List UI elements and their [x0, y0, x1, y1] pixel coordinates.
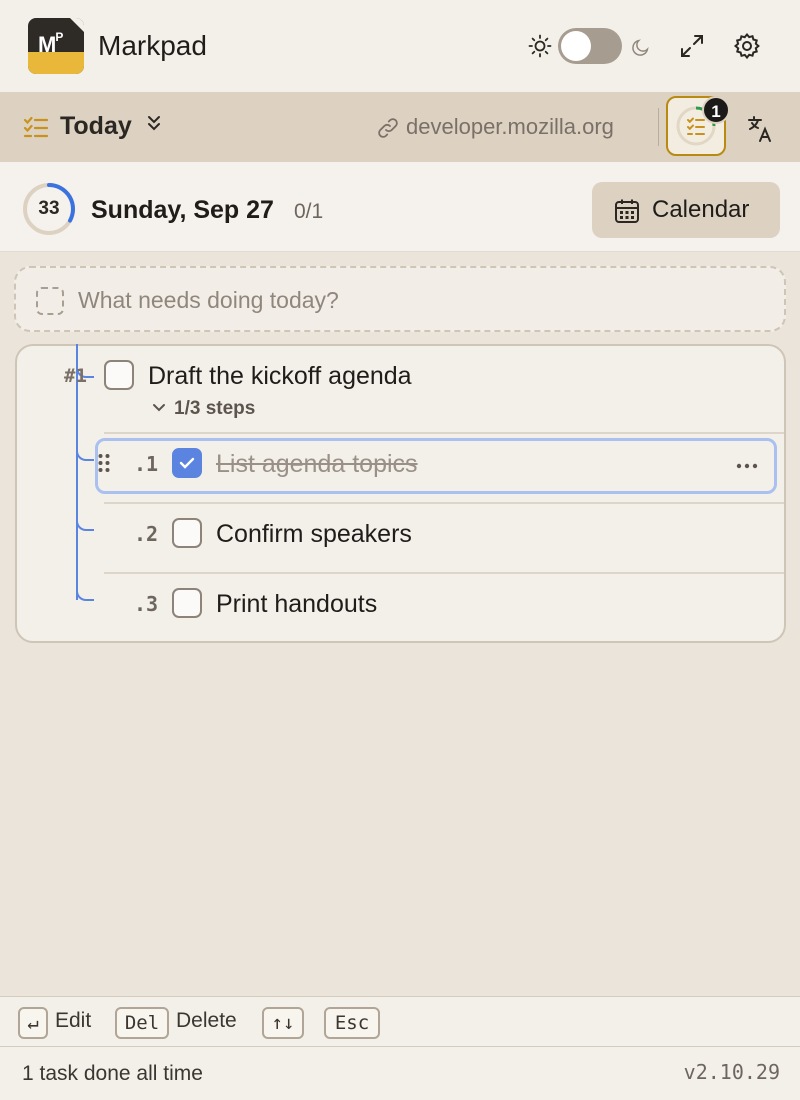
site-domain[interactable]: developer.mozilla.org: [406, 114, 614, 140]
step-number: .3: [134, 592, 159, 616]
progress-ring-value: 33: [38, 198, 60, 219]
gear-icon[interactable]: [733, 32, 761, 60]
new-task-row: [14, 266, 786, 332]
check-icon: [179, 457, 195, 469]
divider: [104, 432, 784, 434]
app-header: MP Markpad: [0, 0, 800, 92]
shortcut-label: Edit: [55, 1009, 92, 1032]
divider: [104, 502, 784, 504]
step-checkbox[interactable]: [172, 588, 202, 618]
drag-handle-icon[interactable]: [97, 452, 111, 474]
tree-branch: [76, 581, 94, 601]
step-checkbox[interactable]: [172, 518, 202, 548]
link-icon: [378, 118, 398, 138]
moon-icon[interactable]: [630, 36, 652, 58]
tree-branch: [76, 441, 94, 461]
tree-branch: [76, 511, 94, 531]
theme-toggle[interactable]: [558, 28, 622, 64]
app-logo: MP: [28, 18, 84, 74]
chevrons-down-icon[interactable]: [144, 112, 164, 134]
escape-key: Esc: [324, 1007, 380, 1039]
divider: [658, 108, 659, 146]
chevron-down-icon: [153, 404, 165, 412]
sun-icon[interactable]: [528, 34, 552, 58]
status-text: 1 task done all time: [22, 1062, 203, 1085]
more-options-icon[interactable]: [736, 461, 758, 471]
step-number: .2: [134, 522, 159, 546]
steps-summary: 1/3 steps: [174, 398, 256, 419]
app-version: v2.10.29: [683, 1060, 780, 1084]
calendar-icon: [615, 199, 639, 223]
new-task-input[interactable]: [78, 280, 758, 320]
step-title[interactable]: Print handouts: [216, 590, 377, 619]
new-task-checkbox: [36, 287, 64, 315]
step-title[interactable]: Confirm speakers: [216, 520, 412, 549]
toggle-knob: [561, 31, 591, 61]
shortcut-bar: ↵ Edit Del Delete ↑↓ Esc: [0, 996, 800, 1046]
current-date: Sunday, Sep 27: [91, 196, 274, 224]
task-title[interactable]: Draft the kickoff agenda: [148, 362, 412, 391]
task-checkbox[interactable]: [104, 360, 134, 390]
translate-icon[interactable]: [746, 114, 776, 144]
divider: [104, 572, 784, 574]
shortcut-label: Delete: [176, 1009, 237, 1032]
view-selector[interactable]: Today: [60, 112, 132, 141]
arrow-keys: ↑↓: [262, 1007, 304, 1039]
task-number: #1: [64, 365, 87, 387]
step-checkbox[interactable]: [172, 448, 202, 478]
expand-icon[interactable]: [678, 32, 706, 60]
toolbar: Today developer.mozilla.org: [0, 92, 800, 162]
checklist-icon: [23, 116, 49, 138]
status-bar: 1 task done all time v2.10.29: [0, 1046, 800, 1100]
delete-key: Del: [115, 1007, 169, 1039]
enter-key: ↵: [18, 1007, 48, 1039]
date-bar: 33 Sunday, Sep 27 0/1 Calendar: [0, 162, 800, 252]
notification-badge: 1: [702, 96, 730, 124]
app-title: Markpad: [98, 30, 207, 61]
step-title[interactable]: List agenda topics: [216, 450, 418, 479]
completion-count: 0/1: [294, 200, 324, 223]
step-number: .1: [134, 452, 159, 476]
calendar-button-label: Calendar: [652, 196, 750, 223]
calendar-button[interactable]: Calendar: [592, 182, 780, 238]
